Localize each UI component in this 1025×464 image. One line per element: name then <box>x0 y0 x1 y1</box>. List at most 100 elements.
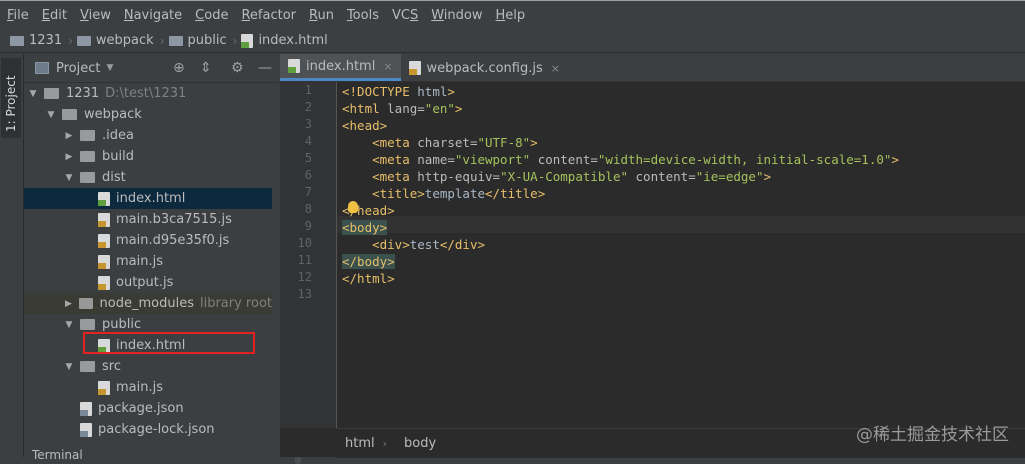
project-panel-title[interactable]: Project <box>56 61 100 76</box>
project-tool-tab[interactable]: 1: Project <box>1 58 21 138</box>
expand-down-icon[interactable]: ▼ <box>64 173 74 183</box>
lightbulb-icon[interactable] <box>348 201 358 213</box>
code-token: </title> <box>485 186 546 201</box>
tree-item-package-lock-json[interactable]: package-lock.json <box>24 419 272 440</box>
menu-item-refactor[interactable]: Refactor <box>234 8 302 23</box>
tree-item-hint: D:\test\1231 <box>105 86 187 101</box>
tree-item-build[interactable]: ▶ build <box>24 146 272 167</box>
tree-item-label: output.js <box>116 275 174 290</box>
menu-item-run[interactable]: Run <box>302 8 340 23</box>
folder-icon <box>10 35 24 46</box>
tree-item-main-b3ca7515-js[interactable]: main.b3ca7515.js <box>24 209 272 230</box>
tree-item-label: main.js <box>116 254 163 269</box>
menu-item-vcs[interactable]: VCS <box>385 8 424 23</box>
tree-item-src[interactable]: ▼ src <box>24 356 272 377</box>
code-token: "en" <box>424 101 455 116</box>
code-token: "X-UA-Compatible" <box>500 169 628 184</box>
highlight-box <box>83 332 255 354</box>
expand-down-icon[interactable]: ▼ <box>64 320 74 330</box>
tree-item-1231[interactable]: ▼ 1231 D:\test\1231 <box>24 83 272 104</box>
tree-item-main-d95e35f0-js[interactable]: main.d95e35f0.js <box>24 230 272 251</box>
editor-tabs: index.html × webpack.config.js × <box>280 54 1025 82</box>
code-token: </div> <box>439 237 486 252</box>
breadcrumb-item[interactable]: webpack › <box>76 33 165 48</box>
tree-item--idea[interactable]: ▶ .idea <box>24 125 272 146</box>
editor-breadcrumb-item[interactable]: html <box>345 436 375 451</box>
tree-item-node-modules[interactable]: ▶ node_modules library root <box>24 293 272 314</box>
menu-item-window[interactable]: Window <box>424 8 488 23</box>
folder-icon <box>80 319 95 330</box>
expand-down-icon[interactable]: ▼ <box>46 110 56 120</box>
tree-item-label: main.js <box>116 380 163 395</box>
menu-item-view[interactable]: View <box>73 8 117 23</box>
line-number: 9 <box>304 219 312 233</box>
project-view-icon <box>35 62 49 74</box>
close-icon[interactable]: × <box>383 60 392 73</box>
tab-index-html[interactable]: index.html × <box>280 54 401 81</box>
code-token: content= <box>530 152 598 167</box>
code-token: charset= <box>417 135 478 150</box>
tree-item-label: public <box>102 317 142 332</box>
tree-item-dist[interactable]: ▼ dist <box>24 167 272 188</box>
tree-item-label: .idea <box>102 128 134 143</box>
code-token: html <box>417 84 448 99</box>
tree-item-index-html[interactable]: index.html <box>24 188 272 209</box>
hide-panel-icon[interactable]: — <box>258 60 272 76</box>
code-token: > <box>891 152 899 167</box>
menu-item-help[interactable]: Help <box>489 8 532 23</box>
tree-item-main-js[interactable]: main.js <box>24 251 272 272</box>
line-number: 12 <box>297 270 312 284</box>
expand-down-icon[interactable]: ▼ <box>64 362 74 372</box>
expand-right-icon[interactable]: ▶ <box>64 152 74 162</box>
menu-bar: File Edit View Navigate Code Refactor Run Tools… <box>0 0 1025 29</box>
expand-down-icon[interactable]: ▼ <box>28 89 38 99</box>
line-number: 1 <box>304 83 312 97</box>
gear-icon[interactable]: ⚙ <box>231 60 244 76</box>
code-line: </body> <box>342 253 395 270</box>
tree-item-main-js[interactable]: main.js <box>24 377 272 398</box>
breadcrumb-item[interactable]: 1231 › <box>10 33 73 48</box>
folder-icon <box>44 88 59 99</box>
breadcrumb-item[interactable]: index.html <box>241 33 328 48</box>
tab-webpack-config-js[interactable]: webpack.config.js × <box>401 55 568 81</box>
menu-item-code[interactable]: Code <box>188 8 234 23</box>
current-line-highlight <box>337 216 1025 233</box>
tree-item-output-js[interactable]: output.js <box>24 272 272 293</box>
code-line: <html lang="en"> <box>342 100 462 117</box>
menu-mnemonic: T <box>346 7 353 23</box>
terminal-tab[interactable]: Terminal <box>32 448 83 462</box>
collapse-all-icon[interactable]: ⇕ <box>200 60 212 76</box>
code-token: "width=device-width, initial-scale=1.0" <box>597 152 892 167</box>
tool-window-strip: 1: Project <box>0 54 24 457</box>
project-tree: ▼ 1231 D:\test\1231 ▼ webpack ▶ .idea ▶ build ▼ di… <box>24 83 272 440</box>
expand-right-icon[interactable]: ▶ <box>64 299 73 309</box>
line-number: 5 <box>304 151 312 165</box>
js-file-icon <box>98 275 110 290</box>
tree-item-label: package-lock.json <box>98 422 215 437</box>
chevron-down-icon[interactable]: ▼ <box>106 63 113 73</box>
code-token: <body> <box>342 220 388 235</box>
tree-item-label: main.b3ca7515.js <box>116 212 232 227</box>
code-token: lang= <box>387 101 425 116</box>
menu-item-navigate[interactable]: Navigate <box>117 8 188 23</box>
code-token: http-equiv= <box>417 169 501 184</box>
code-token: <meta <box>372 169 418 184</box>
editor-breadcrumb-item[interactable]: body <box>404 436 436 451</box>
menu-mnemonic: S <box>409 7 419 23</box>
menu-item-edit[interactable]: Edit <box>35 8 73 23</box>
project-panel: Project ▼ ⊕ ⇕ ⚙ — ▼ 1231 D:\test\1231 ▼ webp… <box>24 54 301 464</box>
close-icon[interactable]: × <box>551 62 560 75</box>
menu-item-file[interactable]: File <box>0 8 35 23</box>
folder-icon <box>62 109 77 120</box>
code-token: <head> <box>342 118 388 133</box>
breadcrumb-item[interactable]: public › <box>168 33 237 48</box>
tree-item-webpack[interactable]: ▼ webpack <box>24 104 272 125</box>
code-token: </body> <box>342 254 395 269</box>
menu-item-tools[interactable]: Tools <box>340 8 385 23</box>
tree-item-package-json[interactable]: package.json <box>24 398 272 419</box>
expand-right-icon[interactable]: ▶ <box>64 131 74 141</box>
scroll-from-source-icon[interactable]: ⊕ <box>173 60 185 76</box>
tree-item-label: node_modules <box>99 296 194 311</box>
